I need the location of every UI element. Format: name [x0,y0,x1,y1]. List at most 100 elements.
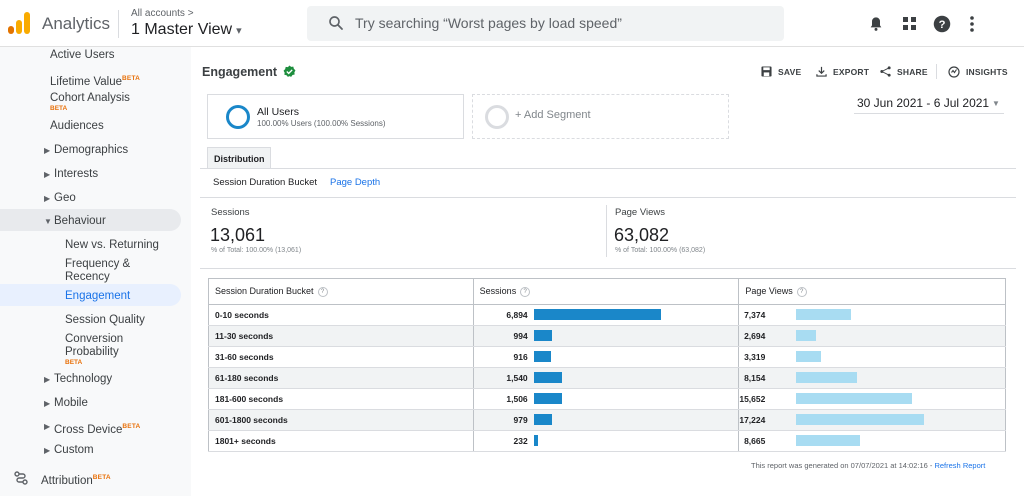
insights-icon [948,66,960,78]
help-icon[interactable]: ? [317,286,328,297]
pageviews-value: 2,694 [744,331,766,341]
sessions-value: 6,894 [506,310,528,320]
help-icon[interactable]: ? [932,14,952,34]
sidebar-item-active-users[interactable]: Active Users [50,49,231,62]
table-row[interactable]: 61-180 seconds 1,540 8,154 [208,367,1006,389]
help-icon[interactable]: ? [796,286,807,297]
pageviews-value: 15,652 [739,394,766,404]
segment-subtitle: 100.00% Users (100.00% Sessions) [257,119,386,128]
search-input[interactable]: Try searching “Worst pages by load speed… [355,15,622,31]
sidebar-item-frequency-recency[interactable]: Frequency & Recency [65,258,145,284]
svg-text:?: ? [939,19,946,31]
notifications-bell-icon[interactable] [866,14,886,34]
bucket-cell: 31-60 seconds [208,346,474,368]
verified-check-icon [283,65,296,77]
segment-all-users[interactable]: All Users 100.00% Users (100.00% Session… [207,94,464,139]
analytics-logo-icon[interactable] [8,12,30,34]
pageviews-cell: 7,374 [738,304,1006,326]
col-sessions[interactable]: Sessions? [472,278,740,305]
sidebar-item-label: Lifetime Value [50,75,123,88]
pageviews-bar [796,393,913,404]
pageviews-value: 7,374 [744,310,766,320]
subtab-page-depth[interactable]: Page Depth [330,177,380,188]
sessions-label: Sessions [211,207,250,218]
page-title: Engagement [202,65,278,79]
caret-right-icon: ▶ [44,170,51,179]
beta-badge: BETA [65,359,83,366]
sessions-cell: 979 [472,409,740,431]
share-button[interactable]: SHARE [880,66,928,77]
pageviews-value: 8,665 [744,436,766,446]
sessions-cell: 1,540 [472,367,740,389]
sessions-bar [533,351,551,362]
beta-badge: BETA [92,474,111,481]
pageviews-cell: 15,652 [738,388,1006,410]
account-breadcrumb[interactable]: All accounts > [131,8,194,19]
report-footer: This report was generated on 07/07/2021 … [751,461,986,470]
sidebar-item-label: Cross DeviceBETA [54,423,141,436]
help-icon[interactable]: ? [520,286,531,297]
sessions-bar [533,330,552,341]
sidebar-item-label: Demographics [54,144,129,156]
sessions-value: 994 [513,331,528,341]
chevron-down-icon[interactable]: ▼ [992,99,1000,108]
sidebar-item-label: Custom [54,444,94,456]
divider [118,10,119,38]
refresh-report-link[interactable]: Refresh Report [934,461,985,470]
bucket-cell: 601-1800 seconds [208,409,474,431]
insights-label: INSIGHTS [966,67,1008,77]
sessions-bar [533,393,562,404]
subtab-session-duration[interactable]: Session Duration Bucket [213,177,317,188]
save-button[interactable]: SAVE [761,66,801,77]
table-row[interactable]: 0-10 seconds 6,894 7,374 [208,304,1006,326]
app-name[interactable]: Analytics [42,14,110,34]
date-range-picker[interactable]: 30 Jun 2021 - 6 Jul 2021 [857,96,989,110]
view-selector[interactable]: 1 Master View ▾ [131,21,242,39]
table-row[interactable]: 601-1800 seconds 979 17,224 [208,409,1006,431]
caret-right-icon: ▶ [44,399,51,408]
col-pageviews[interactable]: Page Views? [738,278,1006,305]
beta-badge: BETA [50,105,68,112]
sidebar-item-label: AttributionBETA [41,474,111,487]
apps-grid-icon[interactable] [900,14,920,34]
col-bucket[interactable]: Session Duration Bucket? [208,278,474,305]
add-segment-button[interactable]: + Add Segment [472,94,729,139]
sessions-cell: 916 [472,346,740,368]
sidebar-item-audiences[interactable]: Audiences [50,120,231,133]
pageviews-bar [796,372,858,383]
tab-distribution[interactable]: Distribution [207,147,271,169]
sessions-cell: 232 [472,430,740,452]
sessions-value: 1,506 [506,394,528,404]
pageviews-bar [796,351,822,362]
view-name: 1 Master View [131,21,233,38]
search-box[interactable]: Try searching “Worst pages by load speed… [307,6,784,41]
sidebar-item-cohort-analysis[interactable]: Cohort Analysis BETA [50,92,231,113]
table-row[interactable]: 1801+ seconds 232 8,665 [208,430,1006,452]
add-segment-label: + Add Segment [515,109,591,121]
pageviews-value: 63,082 [614,225,670,245]
export-label: EXPORT [833,66,870,77]
share-icon [880,66,891,77]
metrics-summary [200,197,1016,269]
more-vert-icon[interactable] [962,14,982,34]
insights-button[interactable]: INSIGHTS [948,66,1008,78]
distribution-table: Session Duration Bucket? Sessions? Page … [208,278,1006,452]
table-row[interactable]: 11-30 seconds 994 2,694 [208,325,1006,347]
sessions-cell: 994 [472,325,740,347]
sidebar-item-conversion-probability[interactable]: Conversion Probability BETA [65,333,135,367]
pageviews-value: 17,224 [739,415,766,425]
sessions-total: % of Total: 100.00% (13,061) [211,247,302,254]
sessions-value: 1,540 [506,373,528,383]
segment-ring-icon [226,105,250,129]
bucket-cell: 1801+ seconds [208,430,474,452]
export-button[interactable]: EXPORT [816,66,869,77]
table-row[interactable]: 181-600 seconds 1,506 15,652 [208,388,1006,410]
pageviews-cell: 2,694 [738,325,1006,347]
sidebar-item-label: Conversion Probability [65,333,124,358]
sidebar-item-label: Cohort Analysis [50,92,130,104]
table-row[interactable]: 31-60 seconds 916 3,319 [208,346,1006,368]
divider [936,64,937,79]
sessions-bar [533,435,538,446]
divider [606,205,607,257]
pageviews-bar [796,414,925,425]
